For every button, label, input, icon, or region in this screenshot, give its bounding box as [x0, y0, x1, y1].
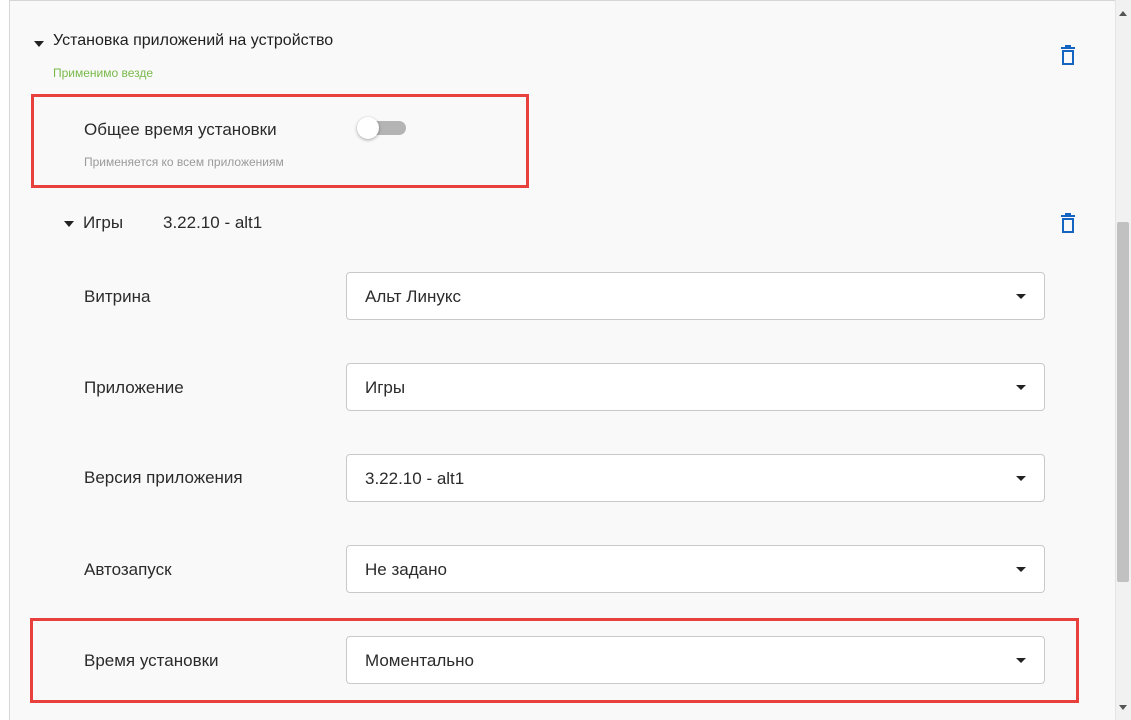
dropdown-arrow-icon: [1016, 658, 1026, 663]
highlight-box-common-install: [31, 94, 529, 188]
autostart-label: Автозапуск: [84, 560, 172, 579]
autostart-value: Не задано: [365, 560, 447, 579]
install-time-value: Моментально: [365, 651, 475, 670]
application-label: Приложение: [84, 378, 184, 397]
app-version-value: 3.22.10 - alt1: [365, 469, 465, 488]
dropdown-arrow-icon: [1016, 385, 1026, 390]
section-subtitle: Применимо везде: [53, 66, 154, 80]
autostart-select[interactable]: Не задано: [346, 545, 1045, 593]
common-install-hint: Применяется ко всем приложениям: [84, 155, 284, 169]
install-time-label: Время установки: [84, 651, 219, 670]
section-title: Установка приложений на устройство: [53, 32, 334, 49]
storefront-value: Альт Линукс: [365, 287, 461, 306]
install-time-select[interactable]: Моментально: [346, 636, 1045, 684]
toggle-knob[interactable]: [357, 117, 379, 139]
application-select[interactable]: Игры: [346, 363, 1045, 411]
dropdown-arrow-icon: [1016, 476, 1026, 481]
scroll-up-arrow-icon[interactable]: [1119, 11, 1127, 16]
trash-icon[interactable]: [1061, 45, 1075, 65]
collapse-caret-icon[interactable]: [34, 41, 44, 47]
trash-icon[interactable]: [1061, 213, 1075, 233]
app-version-label: Версия приложения: [84, 468, 243, 487]
app-version: 3.22.10 - alt1: [163, 213, 263, 232]
storefront-select[interactable]: Альт Линукс: [346, 272, 1045, 320]
dropdown-arrow-icon: [1016, 567, 1026, 572]
app-name: Игры: [83, 213, 124, 232]
app-collapse-caret-icon[interactable]: [64, 221, 74, 227]
app-version-select[interactable]: 3.22.10 - alt1: [346, 454, 1045, 502]
dropdown-arrow-icon: [1016, 294, 1026, 299]
storefront-label: Витрина: [84, 287, 151, 306]
scrollbar-thumb[interactable]: [1117, 222, 1129, 582]
application-value: Игры: [365, 378, 406, 397]
scroll-down-arrow-icon[interactable]: [1119, 705, 1127, 710]
common-install-label: Общее время установки: [84, 120, 277, 139]
